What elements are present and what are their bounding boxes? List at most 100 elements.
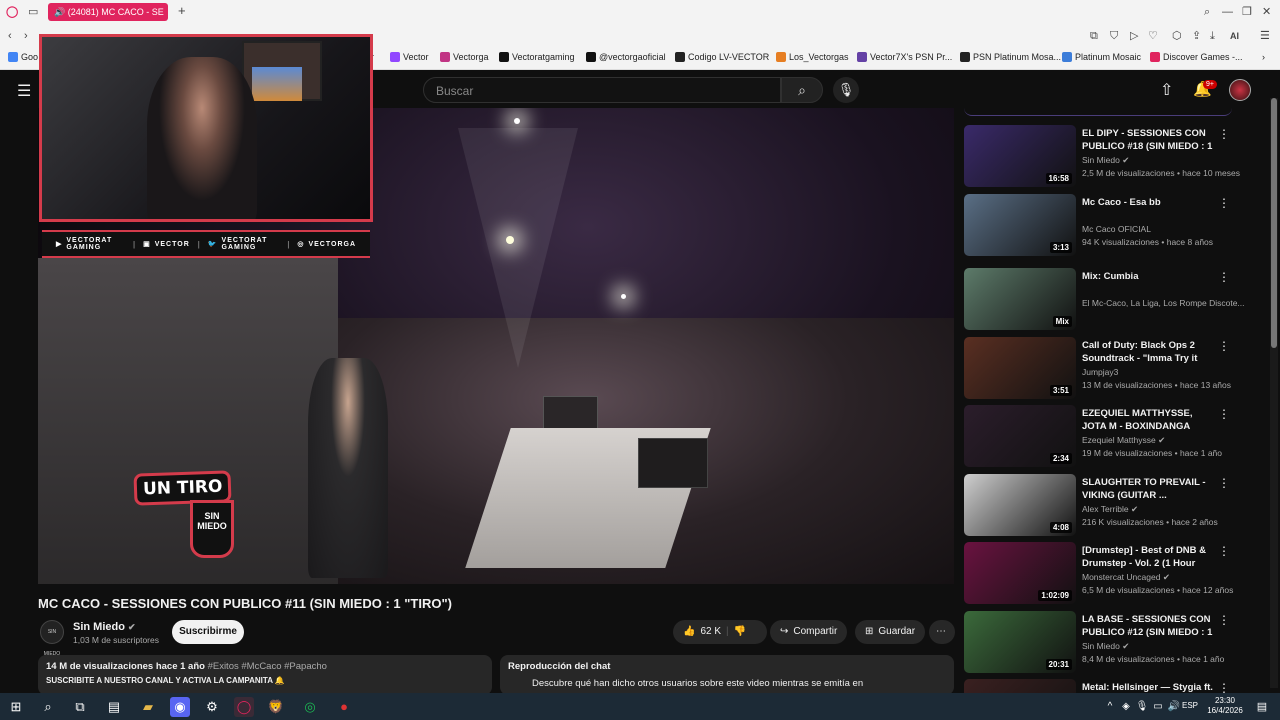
discord-icon[interactable]: ◉ xyxy=(170,697,190,717)
shield-icon[interactable]: ⛉ xyxy=(1110,29,1118,43)
close-icon[interactable]: ✕ xyxy=(1262,5,1271,19)
recommendation-item[interactable]: 4:08 SLAUGHTER TO PREVAIL - VIKING (GUITA… xyxy=(964,474,1236,540)
recommendation-title[interactable]: Call of Duty: Black Ops 2 Soundtrack - "… xyxy=(1082,339,1216,367)
recommendation-channel[interactable]: Jumpjay3 xyxy=(1082,367,1118,377)
bookmark-item[interactable]: Vectoratgaming xyxy=(499,52,575,62)
voice-search-button[interactable]: 🎙 xyxy=(833,77,859,103)
video-thumbnail[interactable]: 3:13 xyxy=(964,194,1076,256)
recommendation-channel[interactable]: El Mc-Caco, La Liga, Los Rompe Discote..… xyxy=(1082,298,1245,308)
more-options-icon[interactable]: ⋮ xyxy=(1218,196,1230,210)
bookmark-item[interactable]: Vector7X's PSN Pr... xyxy=(857,52,952,62)
hamburger-menu-icon[interactable]: ☰ xyxy=(17,81,31,101)
like-button[interactable]: 👍 62 K xyxy=(683,620,721,644)
recommendation-item[interactable]: 1:02:09 [Drumstep] - Best of DNB & Drumst… xyxy=(964,542,1236,608)
restore-icon[interactable]: ❐ xyxy=(1242,5,1252,19)
video-thumbnail[interactable]: Mix xyxy=(964,268,1076,330)
recorder-icon[interactable]: ● xyxy=(334,697,354,717)
app-icon[interactable]: ▤ xyxy=(104,697,124,717)
task-view-icon[interactable]: ⧉ xyxy=(70,697,90,717)
video-thumbnail[interactable]: 1:02:09 xyxy=(964,542,1076,604)
bookmark-item[interactable]: Discover Games -... xyxy=(1150,52,1243,62)
avatar[interactable] xyxy=(1229,79,1251,101)
more-options-icon[interactable]: ⋮ xyxy=(1218,407,1230,421)
more-options-icon[interactable]: ⋮ xyxy=(1218,270,1230,284)
scrollbar-thumb[interactable] xyxy=(1271,98,1277,348)
spotify-icon[interactable]: ◎ xyxy=(300,697,320,717)
recommendation-title[interactable]: SLAUGHTER TO PREVAIL - VIKING (GUITAR ..… xyxy=(1082,476,1216,502)
recommendation-title[interactable]: LA BASE - SESSIONES CON PUBLICO #12 (SIN… xyxy=(1082,613,1216,641)
video-thumbnail[interactable]: 16:58 xyxy=(964,125,1076,187)
recommendation-item[interactable]: Mix Mix: Cumbia El Mc-Caco, La Liga, Los R… xyxy=(964,268,1245,334)
bookmark-item[interactable]: Vector xyxy=(390,52,429,62)
minimize-icon[interactable]: — xyxy=(1222,5,1233,19)
recommendation-title[interactable]: EZEQUIEL MATTHYSSE, JOTA M - BOXINDANGA xyxy=(1082,407,1216,433)
subscribe-button[interactable]: Suscribirme xyxy=(172,620,244,644)
dislike-button[interactable]: 👎 xyxy=(734,620,746,644)
bookmark-item[interactable]: Los_Vectorgas xyxy=(776,52,849,62)
recommendation-title[interactable]: Metal: Hellsinger — Stygia ft. xyxy=(1082,681,1216,693)
recommendation-title[interactable]: EL DIPY - SESSIONES CON PUBLICO #18 (SIN… xyxy=(1082,127,1216,155)
folder-icon[interactable]: ▰ xyxy=(138,697,158,717)
clock[interactable]: 23:30 16/4/2026 xyxy=(1206,696,1244,716)
download-icon[interactable]: ⤓ xyxy=(1210,29,1215,43)
windows-start-icon[interactable]: ⊞ xyxy=(6,697,26,717)
bookmark-item[interactable]: Codigo LV-VECTOR xyxy=(675,52,769,62)
recommendation-item[interactable]: 3:13 Mc Caco - Esa bb Mc Caco OFICIAL 94 K … xyxy=(964,194,1236,260)
share-button[interactable]: ↪ Compartir xyxy=(770,620,848,644)
extension-icon[interactable]: ⧉ xyxy=(1090,29,1098,43)
bookmark-item[interactable]: PSN Platinum Mosa... xyxy=(960,52,1061,62)
search-button[interactable]: ⌕ xyxy=(781,77,823,103)
recommendation-item[interactable]: 3:51 Call of Duty: Black Ops 2 Soundtrack… xyxy=(964,337,1236,403)
cube-icon[interactable]: ⬡ xyxy=(1172,29,1182,43)
upload-icon[interactable]: ⇧ xyxy=(1160,80,1173,100)
forward-icon[interactable]: › xyxy=(24,29,28,43)
language-indicator[interactable]: ESP xyxy=(1182,701,1198,710)
more-options-icon[interactable]: ⋮ xyxy=(1218,476,1230,490)
heart-icon[interactable]: ♡ xyxy=(1148,29,1158,43)
channel-avatar[interactable]: SIN MIEDO xyxy=(40,620,64,657)
save-button[interactable]: ⊞ Guardar xyxy=(855,620,926,644)
ai-icon[interactable]: AI xyxy=(1230,29,1239,43)
recommendation-item[interactable]: Metal: Hellsinger — Stygia ft. ⋮ xyxy=(964,679,1236,693)
opera-logo-icon[interactable]: ◯ xyxy=(6,5,18,19)
play-icon[interactable]: ▷ xyxy=(1130,29,1138,43)
hashtags[interactable]: #Exitos #McCaco #Papacho xyxy=(208,661,327,672)
search-icon[interactable]: ⌕ xyxy=(1204,5,1210,19)
menu-icon[interactable]: ☰ xyxy=(1260,29,1270,43)
video-thumbnail[interactable] xyxy=(964,679,1076,693)
more-options-icon[interactable]: ⋮ xyxy=(1218,681,1230,693)
new-tab-button[interactable]: + xyxy=(178,4,186,18)
recommendation-channel[interactable]: Monstercat Uncaged ✔ xyxy=(1082,572,1170,583)
video-thumbnail[interactable]: 4:08 xyxy=(964,474,1076,536)
recommendation-title[interactable]: Mc Caco - Esa bb xyxy=(1082,196,1216,209)
more-actions-button[interactable]: ⋯ xyxy=(929,620,955,644)
search-input[interactable]: Buscar xyxy=(423,77,781,103)
more-options-icon[interactable]: ⋮ xyxy=(1218,544,1230,558)
bookmark-item[interactable]: Platinum Mosaic xyxy=(1062,52,1141,62)
bookmarks-overflow-icon[interactable]: › xyxy=(1262,52,1265,62)
video-thumbnail[interactable]: 3:51 xyxy=(964,337,1076,399)
tab-list-icon[interactable]: ▭ xyxy=(28,5,38,19)
description-box[interactable]: 14 M de visualizaciones hace 1 año #Exit… xyxy=(38,655,492,695)
recommendation-channel[interactable]: Alex Terrible ✔ xyxy=(1082,504,1138,515)
share-icon[interactable]: ⇪ xyxy=(1192,29,1201,43)
bookmark-item[interactable]: @vectorgaoficial xyxy=(586,52,666,62)
back-icon[interactable]: ‹ xyxy=(8,29,12,43)
opera-icon[interactable]: ◯ xyxy=(234,697,254,717)
recommendation-item[interactable]: 16:58 EL DIPY - SESSIONES CON PUBLICO #18… xyxy=(964,125,1240,191)
recommendation-channel[interactable]: Sin Miedo ✔ xyxy=(1082,155,1129,166)
channel-name[interactable]: Sin Miedo ✔ xyxy=(73,621,136,633)
recommendation-channel[interactable]: Mc Caco OFICIAL xyxy=(1082,224,1151,234)
bookmark-item[interactable]: Goo xyxy=(8,52,38,62)
recommendation-title[interactable]: Mix: Cumbia xyxy=(1082,270,1216,283)
notification-center-icon[interactable]: ▤ xyxy=(1252,697,1272,717)
more-options-icon[interactable]: ⋮ xyxy=(1218,613,1230,627)
recommendation-title[interactable]: [Drumstep] - Best of DNB & Drumstep - Vo… xyxy=(1082,544,1216,572)
steam-icon[interactable]: ⚙ xyxy=(202,697,222,717)
more-options-icon[interactable]: ⋮ xyxy=(1218,339,1230,353)
brave-icon[interactable]: 🦁 xyxy=(266,697,286,717)
bookmark-item[interactable]: Vectorga xyxy=(440,52,489,62)
recommendation-channel[interactable]: Sin Miedo ✔ xyxy=(1082,641,1129,652)
active-tab[interactable]: 🔊 (24081) MC CACO - SE xyxy=(48,3,168,21)
video-thumbnail[interactable]: 20:31 xyxy=(964,611,1076,673)
